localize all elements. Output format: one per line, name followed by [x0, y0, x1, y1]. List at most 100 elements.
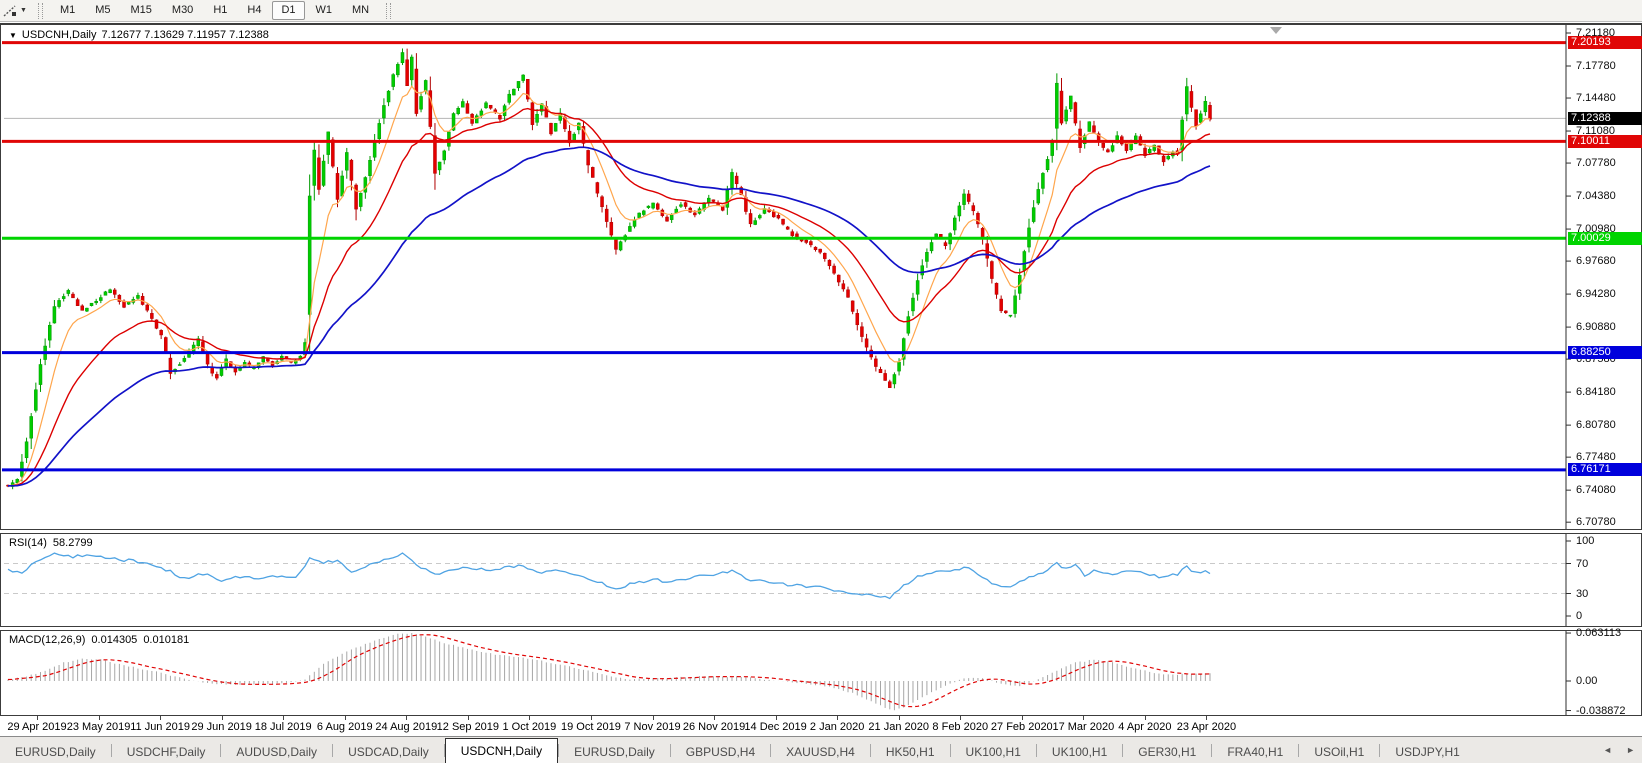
time-axis-tick: [406, 716, 407, 720]
symbol-dropdown-arrow[interactable]: ▼: [9, 31, 17, 40]
time-axis-tick: [837, 716, 838, 720]
macd-value-1: 0.014305: [91, 634, 137, 646]
rsi-axis-label: 100: [1576, 535, 1594, 547]
time-axis-label: 19 Oct 2019: [561, 721, 621, 733]
rsi-label: RSI(14) 58.2799: [9, 537, 93, 549]
time-axis-label: 7 Nov 2019: [624, 721, 680, 733]
timeframe-button-w1[interactable]: W1: [307, 1, 342, 20]
timeframe-button-d1[interactable]: D1: [272, 1, 304, 20]
time-axis-label: 29 Jun 2019: [191, 721, 252, 733]
chart-tab-usoil-h1[interactable]: USOil,H1: [1299, 740, 1379, 763]
time-axis-tick: [468, 716, 469, 720]
chart-title: ▼ USDCNH,Daily 7.12677 7.13629 7.11957 7…: [9, 29, 269, 41]
timeframe-button-mn[interactable]: MN: [343, 1, 378, 20]
time-axis-tick: [222, 716, 223, 720]
chart-tab-eurusd-daily[interactable]: EURUSD,Daily: [559, 740, 670, 763]
rsi-axis-label: 0: [1576, 610, 1582, 622]
main-chart-panel: ▼ USDCNH,Daily 7.12677 7.13629 7.11957 7…: [0, 23, 1642, 530]
rsi-panel: RSI(14) 58.2799 10070300: [0, 533, 1642, 627]
line-tool-icon[interactable]: [2, 4, 18, 18]
chart-tab-usdchf-daily[interactable]: USDCHF,Daily: [112, 740, 221, 763]
chart-symbol-period: USDCNH,Daily: [22, 29, 97, 41]
timeframe-button-m15[interactable]: M15: [122, 1, 161, 20]
time-axis-tick: [99, 716, 100, 720]
current-price-badge: 7.12388: [1568, 112, 1642, 125]
time-axis-tick: [591, 716, 592, 720]
time-axis-label: 18 Jul 2019: [255, 721, 312, 733]
price-chart-canvas[interactable]: [1, 25, 1641, 529]
time-axis[interactable]: 29 Apr 201923 May 201911 Jun 201929 Jun …: [0, 716, 1642, 736]
chart-tab-uk100-h1[interactable]: UK100,H1: [1037, 740, 1122, 763]
price-axis-label: 7.14480: [1576, 92, 1616, 104]
time-axis-label: 4 Apr 2020: [1118, 721, 1171, 733]
mt4-terminal: { "toolbar": { "tool_caret": "▼", "timef…: [0, 0, 1642, 763]
chart-tab-eurusd-daily[interactable]: EURUSD,Daily: [0, 740, 111, 763]
time-axis-label: 1 Oct 2019: [502, 721, 556, 733]
rsi-value: 58.2799: [53, 537, 93, 549]
time-axis-tick: [160, 716, 161, 720]
tabs-scroll-left-icon[interactable]: ◄: [1596, 743, 1619, 757]
price-axis-label: 6.97680: [1576, 255, 1616, 267]
time-axis-tick: [1206, 716, 1207, 720]
time-axis-label: 23 May 2019: [67, 721, 131, 733]
price-level-badge: 6.88250: [1568, 346, 1642, 359]
time-axis-label: 2 Jan 2020: [810, 721, 864, 733]
time-axis-label: 23 Apr 2020: [1177, 721, 1236, 733]
chart-tab-gbpusd-h4[interactable]: GBPUSD,H4: [671, 740, 770, 763]
price-level-badge: 7.00029: [1568, 232, 1642, 245]
chart-tab-usdjpy-h1[interactable]: USDJPY,H1: [1380, 740, 1474, 763]
time-axis-tick: [37, 716, 38, 720]
timeframe-button-m5[interactable]: M5: [86, 1, 119, 20]
time-axis-label: 12 Sep 2019: [437, 721, 499, 733]
chart-tab-xauusd-h4[interactable]: XAUUSD,H4: [771, 740, 870, 763]
timeframe-button-m30[interactable]: M30: [163, 1, 202, 20]
chart-tab-uk100-h1[interactable]: UK100,H1: [951, 740, 1036, 763]
time-axis-tick: [529, 716, 530, 720]
price-axis-label: 6.84180: [1576, 386, 1616, 398]
tool-dropdown-caret[interactable]: ▼: [20, 7, 27, 14]
chart-shift-marker[interactable]: [1270, 27, 1282, 34]
macd-canvas[interactable]: [1, 631, 1641, 715]
time-axis-tick: [653, 716, 654, 720]
price-axis-label: 7.04380: [1576, 190, 1616, 202]
price-level-badge: 7.20193: [1568, 36, 1642, 49]
time-axis-label: 27 Feb 2020: [991, 721, 1053, 733]
price-axis-label: 7.07780: [1576, 157, 1616, 169]
time-axis-tick: [960, 716, 961, 720]
chart-tab-usdcad-daily[interactable]: USDCAD,Daily: [333, 740, 444, 763]
price-level-badge: 6.76171: [1568, 463, 1642, 476]
time-axis-tick: [776, 716, 777, 720]
time-axis-tick: [1022, 716, 1023, 720]
time-axis-label: 24 Aug 2019: [375, 721, 437, 733]
chart-tab-audusd-daily[interactable]: AUDUSD,Daily: [221, 740, 332, 763]
timeframe-button-m1[interactable]: M1: [51, 1, 84, 20]
time-axis-tick: [283, 716, 284, 720]
time-axis-label: 17 Mar 2020: [1052, 721, 1114, 733]
chart-tab-fra40-h1[interactable]: FRA40,H1: [1212, 740, 1298, 763]
time-axis-tick: [714, 716, 715, 720]
rsi-canvas[interactable]: [1, 534, 1641, 626]
toolbar-grip[interactable]: [38, 3, 43, 19]
price-axis-label: 7.17780: [1576, 60, 1616, 72]
price-axis-label: 6.90880: [1576, 321, 1616, 333]
chart-tab-bar: EURUSD,DailyUSDCHF,DailyAUDUSD,DailyUSDC…: [0, 736, 1642, 763]
chart-tab-usdcnh-daily[interactable]: USDCNH,Daily: [445, 738, 558, 763]
tabs-scroll-right-icon[interactable]: ►: [1619, 743, 1642, 757]
rsi-axis-label: 70: [1576, 558, 1588, 570]
price-axis-label: 6.80780: [1576, 419, 1616, 431]
time-axis-tick: [1145, 716, 1146, 720]
chart-ohlc-values: 7.12677 7.13629 7.11957 7.12388: [101, 29, 268, 41]
chart-tab-ger30-h1[interactable]: GER30,H1: [1123, 740, 1211, 763]
time-axis-tick: [1083, 716, 1084, 720]
macd-value-2: 0.010181: [143, 634, 189, 646]
price-axis-label: 6.74080: [1576, 484, 1616, 496]
rsi-name: RSI(14): [9, 537, 47, 549]
time-axis-label: 8 Feb 2020: [932, 721, 988, 733]
macd-label: MACD(12,26,9) 0.014305 0.010181: [9, 634, 189, 646]
timeframe-button-h4[interactable]: H4: [238, 1, 270, 20]
timeframes-toolbar: ▼ M1M5M15M30H1H4D1W1MN: [0, 0, 1642, 22]
time-axis-tick: [899, 716, 900, 720]
toolbar-grip-2[interactable]: [386, 3, 391, 19]
timeframe-button-h1[interactable]: H1: [204, 1, 236, 20]
chart-tab-hk50-h1[interactable]: HK50,H1: [871, 740, 950, 763]
